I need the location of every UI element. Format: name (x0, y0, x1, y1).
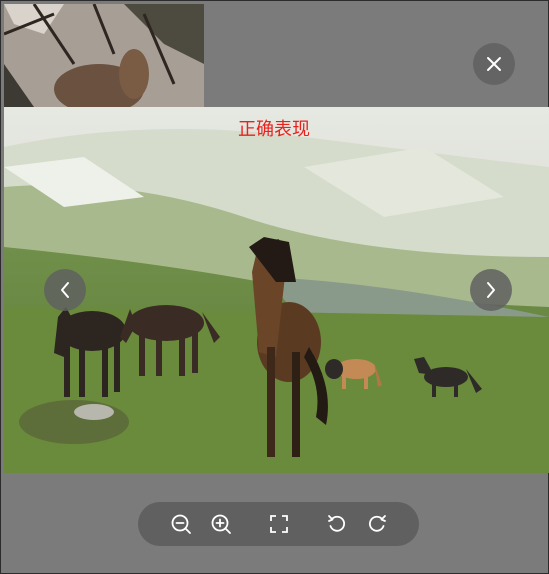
chevron-left-icon (61, 282, 69, 298)
zoom-in-icon (211, 514, 231, 534)
viewer-toolbar (138, 502, 419, 546)
image-viewer-overlay: 正确表现 (0, 0, 549, 574)
rotate-right-icon (368, 515, 386, 532)
next-image-button[interactable] (470, 269, 512, 311)
previous-image-button[interactable] (44, 269, 86, 311)
rotate-left-button[interactable] (325, 512, 349, 536)
fullscreen-button[interactable] (267, 512, 291, 536)
zoom-out-icon (171, 514, 191, 534)
background-thumbnail-image (4, 4, 204, 107)
zoom-in-button[interactable] (209, 512, 233, 536)
close-icon (487, 57, 501, 71)
chevron-right-icon (487, 282, 495, 298)
rotate-left-icon (328, 515, 346, 532)
fullscreen-icon (270, 515, 288, 533)
image-caption: 正确表现 (238, 119, 310, 140)
zoom-out-button[interactable] (169, 512, 193, 536)
close-button[interactable] (473, 43, 515, 85)
rotate-right-button[interactable] (365, 512, 389, 536)
